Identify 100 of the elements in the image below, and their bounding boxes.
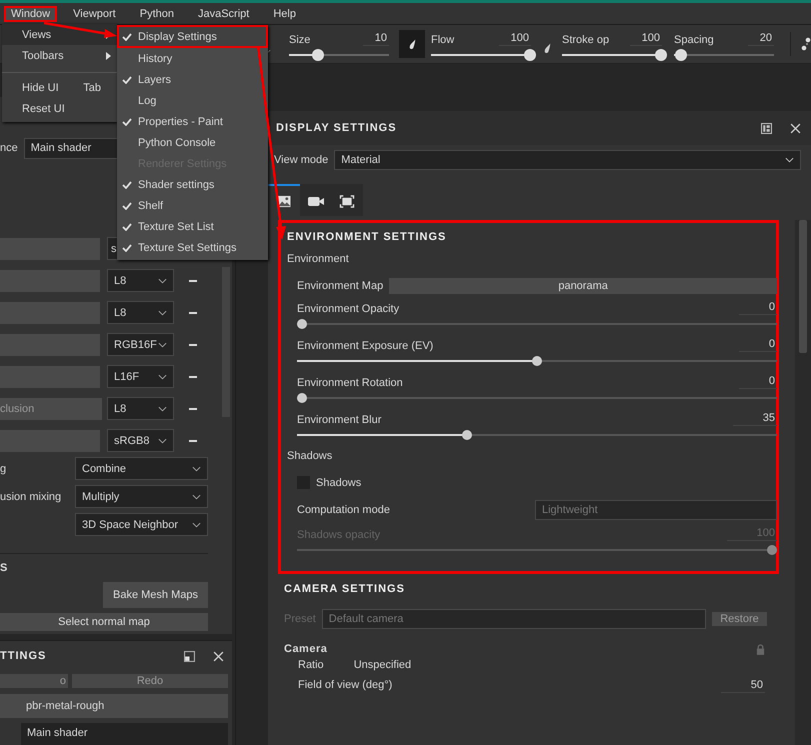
menu-item[interactable]: Properties - Paint bbox=[117, 111, 268, 132]
slider-thumb[interactable] bbox=[524, 49, 536, 61]
scrollbar-thumb[interactable] bbox=[799, 220, 807, 353]
menu-item[interactable]: Hide UI Tab bbox=[2, 77, 117, 98]
slider-value[interactable]: 20 bbox=[748, 32, 774, 46]
menu-item[interactable]: Shelf bbox=[117, 195, 268, 216]
field-label: usion mixing bbox=[0, 490, 62, 502]
menu-item[interactable]: Window bbox=[4, 6, 58, 22]
field-label: g bbox=[0, 462, 6, 474]
menu-item[interactable]: Views bbox=[2, 24, 117, 45]
checkbox-label: Shadows bbox=[316, 476, 362, 488]
video-camera-icon bbox=[308, 194, 324, 208]
frame-icon bbox=[339, 194, 356, 208]
menu-item[interactable]: Display Settings bbox=[117, 25, 268, 48]
format-dropdown[interactable]: sRGB8 bbox=[107, 429, 174, 452]
slider-label: Environment Opacity bbox=[297, 303, 400, 315]
field-label: Ratio bbox=[298, 659, 324, 671]
menu-item[interactable]: Shader settings bbox=[117, 174, 268, 195]
menu-item[interactable]: Layers bbox=[117, 69, 268, 90]
format-dropdown[interactable]: L16F bbox=[107, 365, 174, 388]
group-label: Camera bbox=[284, 643, 328, 655]
scatter-dots-icon[interactable] bbox=[801, 37, 811, 51]
chevron-down-icon bbox=[158, 310, 167, 316]
chevron-down-icon bbox=[785, 157, 794, 163]
menu-item[interactable]: Reset UI bbox=[2, 98, 117, 119]
chevron-down-icon bbox=[158, 278, 167, 284]
format-dropdown[interactable]: L8 bbox=[107, 301, 174, 324]
menu-item[interactable]: Python bbox=[132, 6, 182, 22]
panel-title: DISPLAY SETTINGS bbox=[276, 122, 398, 134]
brush-icon bbox=[408, 38, 416, 50]
slider-value[interactable]: 100 bbox=[630, 32, 662, 46]
slider-thumb[interactable] bbox=[312, 49, 324, 61]
shader-preset-field[interactable]: pbr-metal-rough bbox=[0, 694, 228, 718]
dock-icon[interactable] bbox=[761, 122, 772, 134]
brush-tip-button[interactable] bbox=[399, 30, 425, 58]
format-dropdown[interactable]: RGB16F bbox=[107, 333, 174, 356]
field-label: Environment Map bbox=[297, 280, 384, 292]
field-label: nce bbox=[0, 142, 18, 154]
menu-item[interactable]: Viewport bbox=[65, 6, 124, 22]
menu-item[interactable]: Log bbox=[117, 90, 268, 111]
chevron-down-icon bbox=[158, 374, 167, 380]
slider-thumb[interactable] bbox=[655, 49, 667, 61]
slider-label: Flow bbox=[431, 34, 454, 46]
section-title: S bbox=[0, 562, 8, 574]
slider-thumb[interactable] bbox=[532, 356, 542, 366]
mixing-dropdown[interactable]: 3D Space Neighbor bbox=[75, 513, 208, 536]
tab[interactable] bbox=[268, 184, 300, 216]
view-mode-dropdown[interactable]: Material bbox=[334, 150, 801, 170]
format-dropdown[interactable]: L8 bbox=[107, 269, 174, 292]
field-label: Computation mode bbox=[297, 504, 390, 516]
slider-value[interactable]: 0 bbox=[738, 375, 777, 389]
menu-item[interactable]: Toolbars bbox=[2, 45, 117, 66]
slider-value[interactable]: 100 bbox=[498, 32, 531, 46]
slider-label: Environment Blur bbox=[297, 414, 382, 426]
slider-value[interactable]: 10 bbox=[362, 32, 389, 46]
chevron-down-icon bbox=[192, 522, 201, 528]
brush-icon[interactable] bbox=[543, 42, 552, 54]
slider-thumb[interactable] bbox=[297, 319, 307, 329]
close-icon[interactable] bbox=[213, 650, 224, 662]
group-label: Shadows bbox=[287, 450, 334, 462]
format-dropdown[interactable]: L8 bbox=[107, 397, 174, 420]
slider-label: Stroke op bbox=[562, 34, 610, 46]
slider-label: Size bbox=[289, 34, 310, 46]
section-title: ENVIRONMENT SETTINGS bbox=[287, 231, 448, 243]
mixing-dropdown[interactable]: Multiply bbox=[75, 485, 208, 508]
field-label: Field of view (deg°) bbox=[298, 679, 392, 693]
slider-label: Spacing bbox=[674, 34, 714, 46]
menu-item[interactable]: Help bbox=[265, 6, 304, 22]
chevron-down-icon bbox=[192, 466, 201, 472]
field-label: View mode bbox=[274, 154, 328, 166]
group-label: Environment bbox=[287, 253, 350, 265]
field-value: 50 bbox=[720, 679, 765, 693]
bake-button[interactable]: Bake Mesh Maps bbox=[103, 582, 208, 608]
submenu-arrow-icon bbox=[106, 52, 111, 60]
slider-value[interactable]: 0 bbox=[738, 338, 777, 352]
mixing-dropdown[interactable]: Combine bbox=[75, 457, 208, 480]
slider-value[interactable]: 0 bbox=[738, 301, 777, 315]
panel-title: TTINGS bbox=[0, 650, 48, 662]
chevron-down-icon bbox=[192, 494, 201, 500]
menu-item[interactable]: Texture Set List bbox=[117, 216, 268, 237]
float-icon[interactable] bbox=[184, 650, 195, 662]
slider-thumb[interactable] bbox=[462, 430, 472, 440]
normal-map-button[interactable]: Select normal map bbox=[0, 613, 208, 631]
shader-field[interactable]: Main shader bbox=[21, 723, 228, 745]
menu-item[interactable]: JavaScript bbox=[190, 6, 258, 22]
section-title: CAMERA SETTINGS bbox=[284, 583, 405, 595]
slider-value[interactable]: 35 bbox=[732, 412, 777, 426]
format-dropdown[interactable]: s bbox=[107, 237, 118, 260]
slider-thumb[interactable] bbox=[675, 49, 687, 61]
slider-thumb[interactable] bbox=[297, 393, 307, 403]
slider-label: Environment Rotation bbox=[297, 377, 403, 389]
chevron-down-icon bbox=[158, 438, 167, 444]
menu-item[interactable]: History bbox=[117, 48, 268, 69]
chevron-down-icon bbox=[158, 342, 167, 348]
environment-map-button[interactable]: panorama bbox=[389, 278, 777, 294]
slider-label: Environment Exposure (EV) bbox=[297, 340, 434, 352]
chevron-down-icon bbox=[158, 406, 167, 412]
close-icon[interactable] bbox=[790, 122, 801, 134]
menu-item[interactable]: Texture Set Settings bbox=[117, 237, 268, 258]
field-value: Unspecified bbox=[354, 659, 412, 671]
